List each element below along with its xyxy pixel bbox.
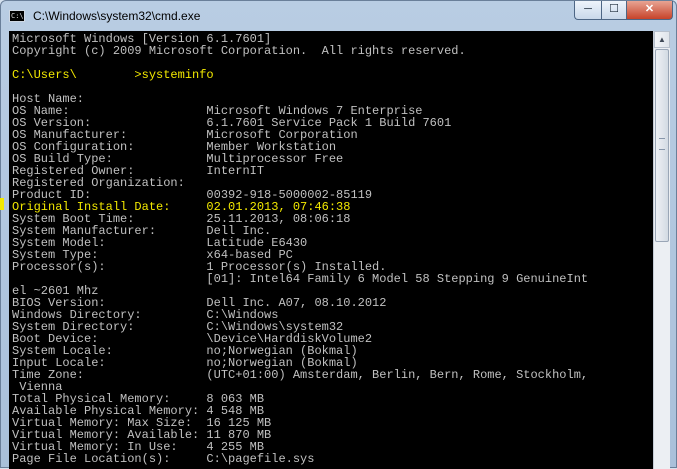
scrollbar-thumb[interactable] — [655, 49, 669, 242]
console-lines: Microsoft Windows [Version 6.1.7601] Cop… — [12, 33, 588, 465]
cmd-app-icon[interactable]: C:\ — [9, 10, 25, 22]
console-output[interactable]: Microsoft Windows [Version 6.1.7601] Cop… — [9, 31, 653, 469]
maximize-button[interactable]: ☐ — [601, 1, 627, 20]
command-prompt-line: C:\Users\ >systeminfo — [12, 68, 214, 82]
console-line: Page File Location(s): C:\pagefile.sys — [12, 452, 315, 466]
console-line: Copyright (c) 2009 Microsoft Corporation… — [12, 44, 466, 58]
console-line: Time Zone: (UTC+01:00) Amsterdam, Berlin… — [12, 368, 589, 382]
window-title: C:\Windows\system32\cmd.exe — [33, 9, 201, 23]
cmd-window: C:\ C:\Windows\system32\cmd.exe ─ ☐ ✕ Mi… — [0, 0, 677, 469]
minimize-button[interactable]: ─ — [574, 1, 601, 20]
console-line: [01]: Intel64 Family 6 Model 58 Stepping… — [12, 272, 589, 286]
title-bar[interactable]: C:\ C:\Windows\system32\cmd.exe ─ ☐ ✕ — [1, 1, 676, 31]
close-button[interactable]: ✕ — [627, 1, 673, 20]
window-controls: ─ ☐ ✕ — [574, 1, 673, 20]
scroll-up-button[interactable]: ▲ — [654, 31, 670, 48]
highlight-marker — [0, 198, 4, 210]
redacted-username — [110, 106, 148, 116]
thumb-grip-icon — [659, 138, 665, 150]
vertical-scrollbar[interactable]: ▲ — [653, 31, 670, 469]
